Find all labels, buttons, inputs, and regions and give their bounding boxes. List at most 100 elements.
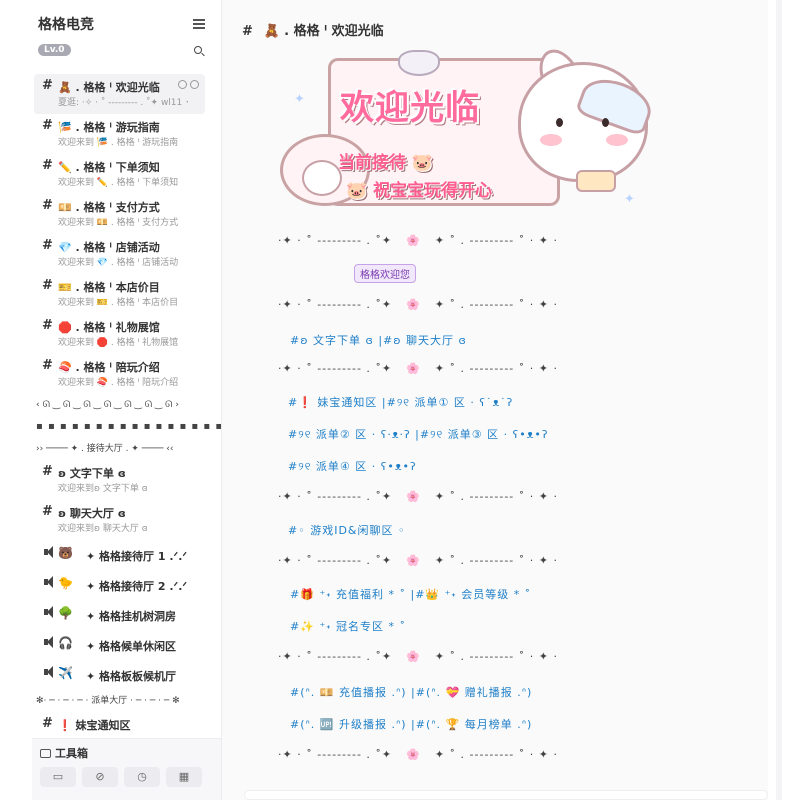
speaker-icon (44, 636, 53, 648)
hash-icon: # (42, 198, 53, 213)
channel-prices[interactable]: # 🎫 . 格格 ᑊ 本店价目 欢迎来到 🎫 . 格格 ᑊ 本店价目 (34, 274, 205, 314)
channel-last-message: 欢迎来到 💴 . 格格 ᑊ 支付方式 (58, 218, 179, 228)
voice-channel-lounge[interactable]: 🎧 ✦ 格格候单休闲区 (34, 630, 205, 660)
toolbox-icon (40, 749, 51, 758)
channel-name: ʚ 文字下单 ɞ (58, 467, 126, 480)
channel-last-message: 欢迎来到 🎫 . 格格 ᑊ 本店价目 (58, 298, 179, 308)
channel-name: ✏️ . 格格 ᑊ 下单须知 (58, 161, 160, 174)
bunny-eye (556, 118, 563, 127)
speaker-icon (44, 666, 53, 678)
hash-icon: # (42, 358, 53, 373)
guild-name[interactable]: 格格电竞 (38, 14, 213, 34)
channel-last-message: 欢迎来到ʚ 文字下单 ɞ (58, 484, 148, 494)
channel-name: ʚ 聊天大厅 ɞ (58, 507, 126, 520)
divider-line: ·✦ · ˚ --------- . ˚✦ 🌸 ✦ ˚ . --------- ˚ … (278, 234, 558, 247)
scrollbar[interactable] (768, 0, 800, 800)
voice-channel-name: ✦ 格格候单休闲区 (86, 640, 177, 653)
channel-order-notice[interactable]: # ✏️ . 格格 ᑊ 下单须知 欢迎来到 ✏️ . 格格 ᑊ 下单须知 (34, 154, 205, 194)
channel-links-row[interactable]: #◦ 游戏ID&闲聊区 ◦ (288, 522, 405, 538)
channel-emoji: 🎧 (58, 636, 73, 650)
channel-last-message: 欢迎来到 🎏 . 格格 ᑊ 游玩指南 (58, 138, 179, 148)
voice-channel-name: ✦ 格格挂机树洞房 (86, 610, 177, 623)
channel-chat-hall[interactable]: # ʚ 聊天大厅 ɞ 欢迎来到ʚ 聊天大厅 ɞ (34, 500, 205, 540)
channel-name: 🎏 . 格格 ᑊ 游玩指南 (58, 121, 160, 134)
speaker-icon (44, 606, 53, 618)
category-divider: ▪ ▪ ▪ ▪ ▪ ▪ ▪ ▪ ▪ ▪ ▪ ▪ ▪ ▪ ▪ ▪ (36, 421, 221, 432)
hash-icon: # (42, 158, 53, 173)
speaker-icon (44, 546, 53, 558)
apps-button[interactable]: ▦ (166, 767, 202, 787)
sidebar-header: 格格电竞 Lv.0 (32, 0, 221, 58)
divider-line: ·✦ · ˚ --------- . ˚✦ 🌸 ✦ ˚ . --------- ˚ … (278, 554, 558, 567)
channel-links-row[interactable]: #ʚ 文字下单 ɞ |#ʚ 聊天大厅 ɞ (290, 332, 467, 348)
welcome-role-tag[interactable]: 格格欢迎您 (354, 264, 416, 283)
channel-links-row[interactable]: #✨ ⁺˖ 冠名专区 * ˚ (290, 618, 406, 634)
toolbox-title: 工具箱 (40, 745, 88, 761)
divider-line: ·✦ · ˚ --------- . ˚✦ 🌸 ✦ ˚ . --------- ˚ … (278, 650, 558, 663)
channel-payment[interactable]: # 💴 . 格格 ᑊ 支付方式 欢迎来到 💴 . 格格 ᑊ 支付方式 (34, 194, 205, 234)
channel-actions (178, 80, 199, 89)
channel-links-row[interactable]: #୨୧ 派单② 区 · ʕ·ᴥ·ʔ |#୨୧ 派单③ 区 · ʕ•ᴥ•ʔ (288, 426, 549, 442)
channel-last-message: 欢迎来到 🛑 . 格格 ᑊ 礼物展馆 (58, 338, 179, 348)
toolbox-panel: 工具箱 ▭ ⊘ ◷ ▦ (32, 738, 221, 800)
voice-channel-name: ✦ 格格接待厅 1 .ᐟ.ᐟ (86, 550, 188, 563)
scroll-track[interactable] (776, 0, 782, 800)
bunny-blush (540, 134, 562, 146)
screen-share-button[interactable]: ▭ (40, 767, 76, 787)
channel-emoji: 🐻 (58, 546, 73, 560)
channel-title: 🧸 . 格格 ᑊ 欢迎光临 (263, 24, 384, 39)
level-badge: Lv.0 (38, 44, 71, 56)
channel-events[interactable]: # 💎 . 格格 ᑊ 店铺活动 欢迎来到 💎 . 格格 ᑊ 店铺活动 (34, 234, 205, 274)
cake-decoration (576, 170, 616, 192)
category-reception[interactable]: ›› ──── ✦ . 接待大厅 . ✦ ──── ‹‹ (32, 438, 221, 460)
channel-last-message: 欢迎来到 🍣 . 格格 ᑊ 陪玩介绍 (58, 378, 179, 388)
add-member-icon[interactable] (178, 80, 187, 89)
divider-line: ·✦ · ˚ --------- . ˚✦ 🌸 ✦ ˚ . --------- ˚ … (278, 298, 558, 311)
channel-links-row[interactable]: #❗ 妹宝通知区 |#୨୧ 派单① 区 · ʕ˙ᴥ˙ʔ (288, 394, 513, 410)
channel-sidebar: 格格电竞 Lv.0 # 🧸 . 格格 ᑊ 欢迎光临 夏逛: ·✧ · ˚ ---… (32, 0, 222, 800)
channel-links-row[interactable]: #🎁 ⁺˖ 充值福利 * ˚ |#👑 ⁺˖ 会员等级 * ˚ (290, 586, 531, 602)
channel-links-row[interactable]: #(ᐢ. 🆙 升级播报 .ᐢ) |#(ᐢ. 🏆 每月榜单 .ᐢ) (290, 716, 532, 732)
hash-icon: # (42, 278, 53, 293)
timer-button[interactable]: ◷ (124, 767, 160, 787)
channel-emoji: ✈️ (58, 666, 73, 680)
divider-line: ·✦ · ˚ --------- . ˚✦ 🌸 ✦ ˚ . --------- ˚ … (278, 490, 558, 503)
message-composer[interactable] (244, 790, 768, 800)
voice-channel-reception-2[interactable]: 🐤 ✦ 格格接待厅 2 .ᐟ.ᐟ (34, 570, 205, 600)
menu-icon[interactable] (193, 19, 205, 29)
channel-name: 🍣 . 格格 ᑊ 陪玩介绍 (58, 361, 160, 374)
bunny-blush (606, 134, 628, 146)
category-dispatch[interactable]: ✻· ─ · ─ · ─ · 派单大厅 · ─ · ─ · ─ ✻ (32, 690, 221, 712)
hash-icon: # (242, 24, 253, 39)
hash-icon: # (42, 238, 53, 253)
channel-links-row[interactable]: #(ᐢ. 💴 充值播报 .ᐢ) |#(ᐢ. 💝 赠礼播报 .ᐢ) (290, 684, 532, 700)
search-icon[interactable] (194, 46, 202, 54)
mini-bunny (302, 160, 342, 196)
banner-subtitle: 🐷 祝宝宝玩得开心 (346, 181, 493, 201)
channel-welcome[interactable]: # 🧸 . 格格 ᑊ 欢迎光临 夏逛: ·✧ · ˚ --------- . ˚… (34, 74, 205, 114)
channel-name: 💴 . 格格 ᑊ 支付方式 (58, 201, 160, 214)
voice-channel-afk[interactable]: 🌳 ✦ 格格挂机树洞房 (34, 600, 205, 630)
channel-gifts[interactable]: # 🛑 . 格格 ᑊ 礼物展馆 欢迎来到 🛑 . 格格 ᑊ 礼物展馆 (34, 314, 205, 354)
channel-last-message: 欢迎来到ʚ 聊天大厅 ɞ (58, 524, 148, 534)
mute-button[interactable]: ⊘ (82, 767, 118, 787)
channel-text-order[interactable]: # ʚ 文字下单 ɞ 欢迎来到ʚ 文字下单 ɞ (34, 460, 205, 500)
settings-icon[interactable] (190, 80, 199, 89)
channel-last-message: 欢迎来到 ✏️ . 格格 ᑊ 下单须知 (58, 178, 179, 188)
message-area: # 🧸 . 格格 ᑊ 欢迎光临 欢迎光临 当前接待 🐷 🐷 祝宝宝玩得开心 ✦ … (222, 0, 768, 800)
channel-last-message: 夏逛: ·✧ · ˚ --------- . ˚✦ wl11 ✦ (58, 98, 188, 108)
hash-icon: # (42, 716, 53, 731)
voice-channel-reception-1[interactable]: 🐻 ✦ 格格接待厅 1 .ᐟ.ᐟ (34, 540, 205, 570)
bunny-eye (602, 118, 609, 127)
banner-title: 欢迎光临 (340, 88, 480, 128)
divider-line: ·✦ · ˚ --------- . ˚✦ 🌸 ✦ ˚ . --------- ˚ … (278, 748, 558, 761)
channel-name: 💎 . 格格 ᑊ 店铺活动 (58, 241, 160, 254)
channel-companions[interactable]: # 🍣 . 格格 ᑊ 陪玩介绍 欢迎来到 🍣 . 格格 ᑊ 陪玩介绍 (34, 354, 205, 394)
app-gutter (0, 0, 32, 800)
welcome-banner-image: 欢迎光临 当前接待 🐷 🐷 祝宝宝玩得开心 ✦ ✦ (280, 42, 660, 220)
channel-links-row[interactable]: #୨୧ 派单④ 区 · ʕ•ᴥ•ʔ (288, 458, 417, 474)
channel-guide[interactable]: # 🎏 . 格格 ᑊ 游玩指南 欢迎来到 🎏 . 格格 ᑊ 游玩指南 (34, 114, 205, 154)
voice-channel-name: ✦ 格格板板候机厅 (86, 670, 177, 683)
voice-channel-waiting[interactable]: ✈️ ✦ 格格板板候机厅 (34, 660, 205, 690)
hash-icon: # (42, 118, 53, 133)
